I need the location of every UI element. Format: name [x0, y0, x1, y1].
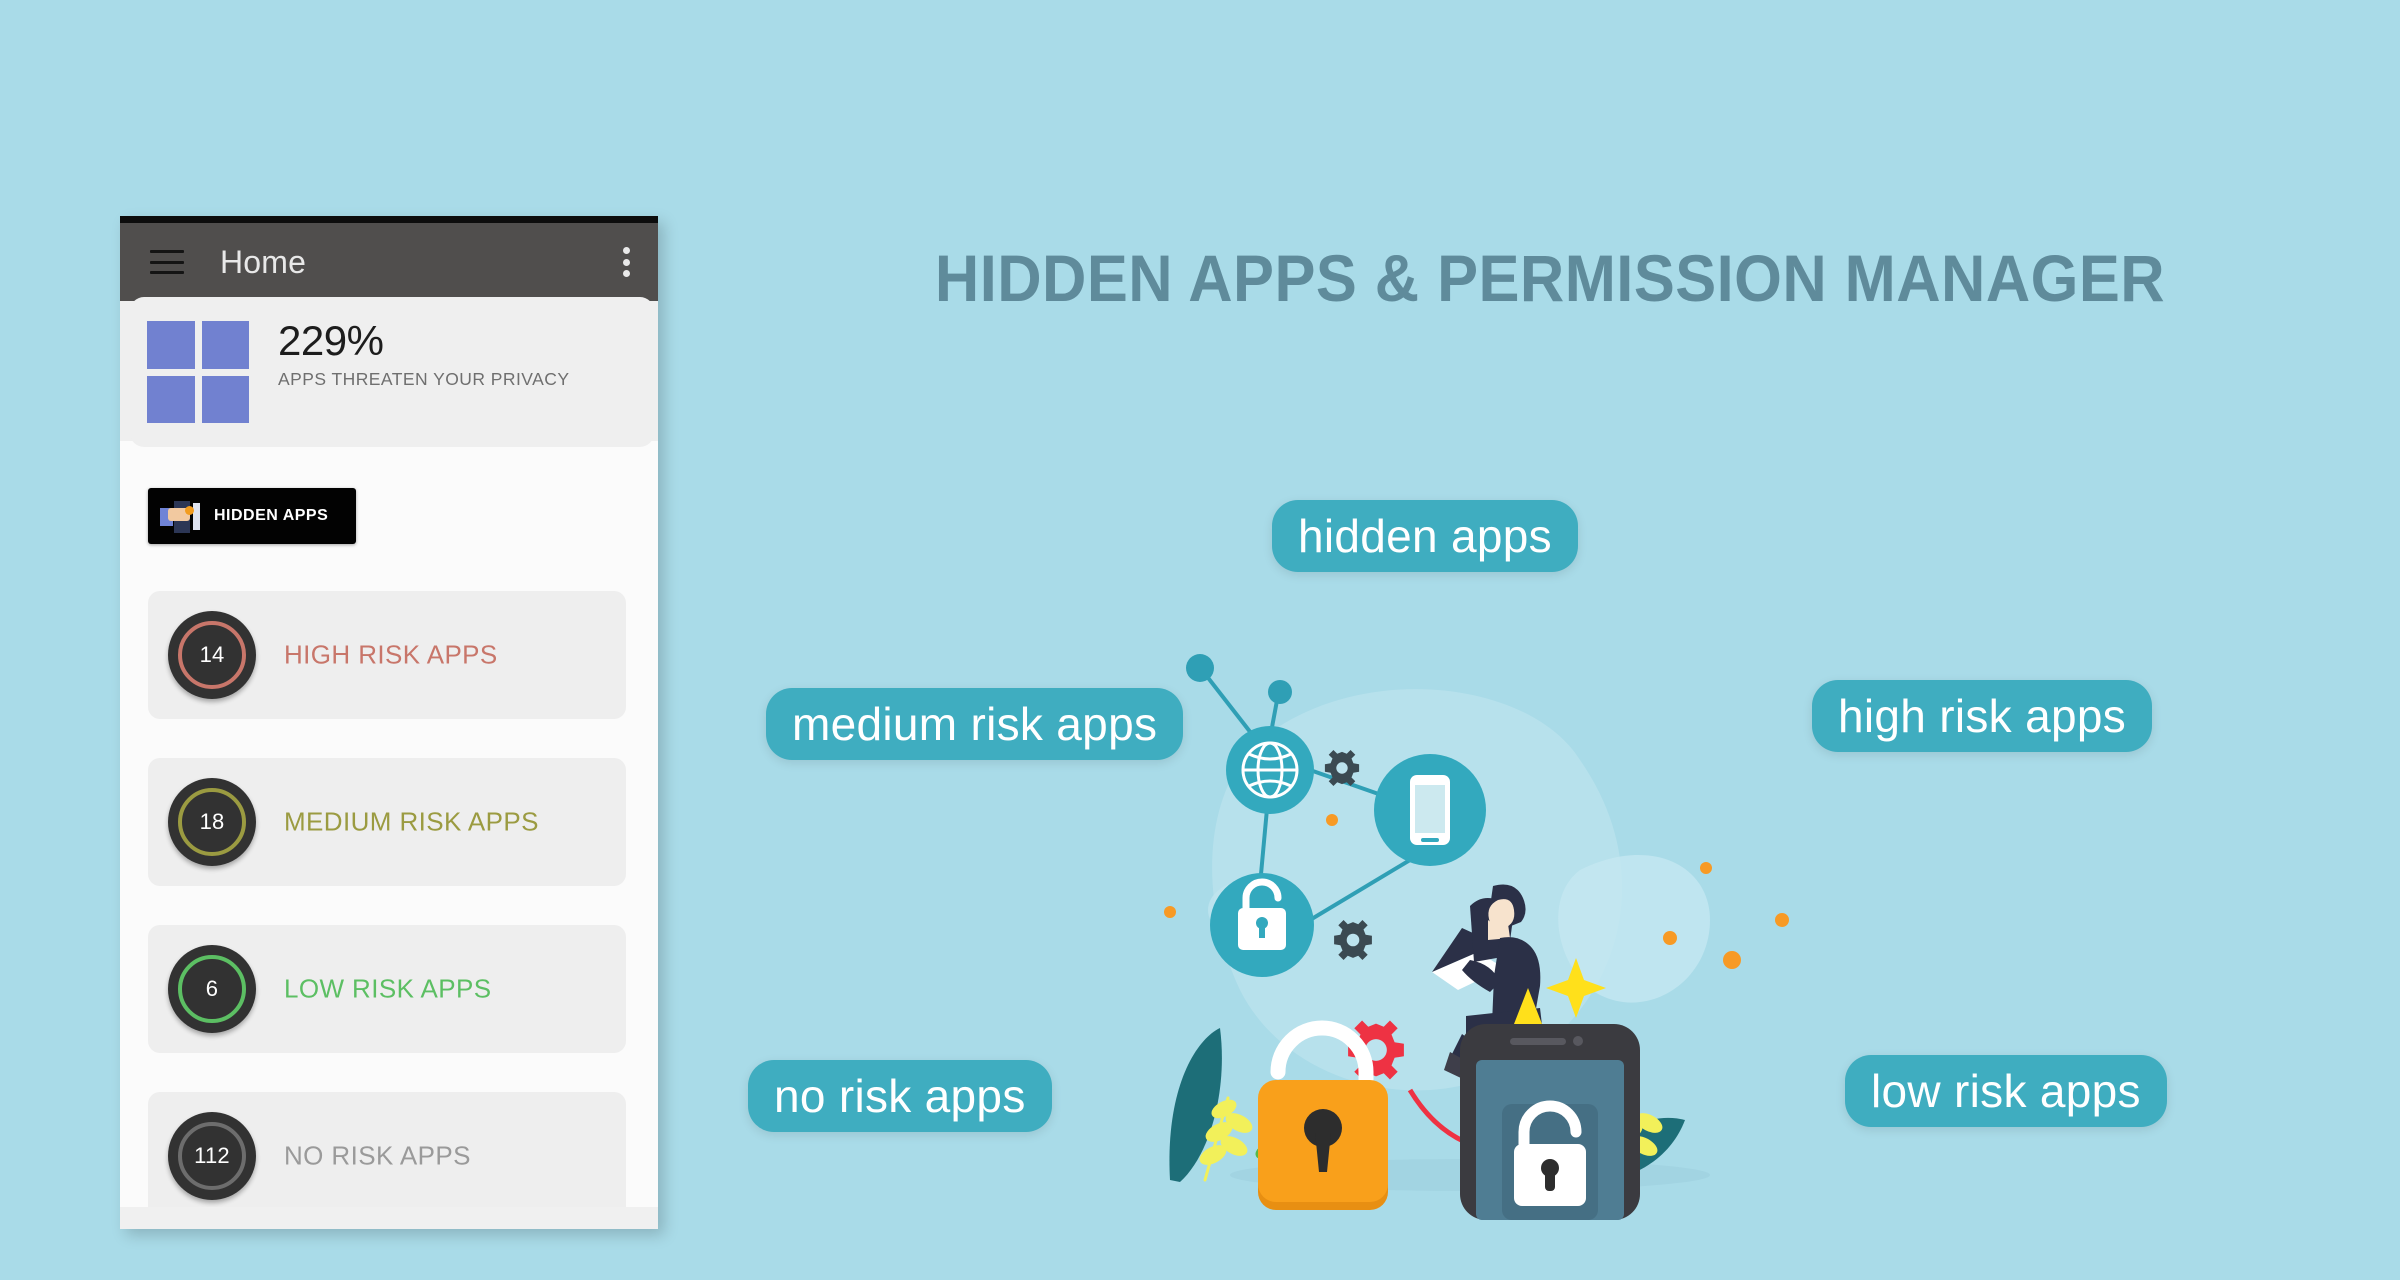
pill-medium-risk-apps[interactable]: medium risk apps — [766, 688, 1184, 760]
risk-count-badge: 6 — [168, 945, 256, 1033]
hidden-apps-thumbnail-icon — [160, 499, 204, 533]
hidden-apps-chip[interactable]: HIDDEN APPS — [148, 488, 356, 544]
risk-row-none[interactable]: 112 NO RISK APPS — [148, 1092, 626, 1220]
pill-high-risk-apps[interactable]: high risk apps — [1812, 680, 2153, 752]
network-globe-node — [1226, 726, 1314, 814]
privacy-percent-value: 229% — [278, 317, 384, 364]
privacy-summary-text: 229% APPS THREATEN YOUR PRIVACY — [278, 317, 570, 390]
panel-bottom-strip — [120, 1207, 658, 1229]
more-vertical-icon[interactable] — [623, 247, 630, 277]
risk-count-value: 14 — [199, 642, 225, 667]
risk-row-label: NO RISK APPS — [284, 1140, 471, 1171]
risk-row-low[interactable]: 6 LOW RISK APPS — [148, 925, 626, 1053]
risk-row-label: MEDIUM RISK APPS — [284, 806, 539, 837]
privacy-percent-caption: APPS THREATEN YOUR PRIVACY — [278, 369, 570, 390]
risk-count-badge: 14 — [168, 611, 256, 699]
privacy-summary-inner: 229% APPS THREATEN YOUR PRIVACY — [130, 297, 654, 447]
smartphone-with-lock-screen — [1460, 1024, 1640, 1220]
network-dot — [1268, 680, 1292, 704]
risk-count-badge: 18 — [168, 778, 256, 866]
privacy-summary-card: 229% APPS THREATEN YOUR PRIVACY — [120, 297, 658, 447]
page-title: HIDDEN APPS & PERMISSION MANAGER — [934, 241, 2166, 315]
app-bar-title: Home — [220, 243, 307, 280]
risk-count-badge: 112 — [168, 1112, 256, 1200]
app-screenshot-panel: Home 229% APPS THREATEN YOUR PRIVACY HID… — [120, 216, 658, 1229]
risk-row-label: LOW RISK APPS — [284, 973, 492, 1004]
risk-count-value: 6 — [205, 976, 219, 1001]
risk-count-value: 112 — [194, 1143, 230, 1168]
risk-row-medium[interactable]: 18 MEDIUM RISK APPS — [148, 758, 626, 886]
app-bar: Home — [120, 223, 658, 301]
apps-grid-icon — [147, 321, 249, 423]
hamburger-icon[interactable] — [150, 250, 184, 274]
network-phone-node — [1374, 754, 1486, 866]
network-dot — [1186, 654, 1214, 682]
hidden-apps-chip-label: HIDDEN APPS — [214, 507, 329, 524]
risk-count-value: 18 — [199, 809, 225, 834]
risk-row-label: HIGH RISK APPS — [284, 639, 498, 670]
pill-hidden-apps[interactable]: hidden apps — [1272, 500, 1578, 572]
pill-low-risk-apps[interactable]: low risk apps — [1845, 1055, 2167, 1127]
pill-no-risk-apps[interactable]: no risk apps — [748, 1060, 1052, 1132]
panel-top-bar — [120, 216, 658, 223]
risk-row-high[interactable]: 14 HIGH RISK APPS — [148, 591, 626, 719]
security-privacy-illustration — [1164, 654, 1789, 1220]
network-lock-node — [1210, 873, 1314, 977]
orange-padlock-icon — [1258, 1080, 1388, 1210]
